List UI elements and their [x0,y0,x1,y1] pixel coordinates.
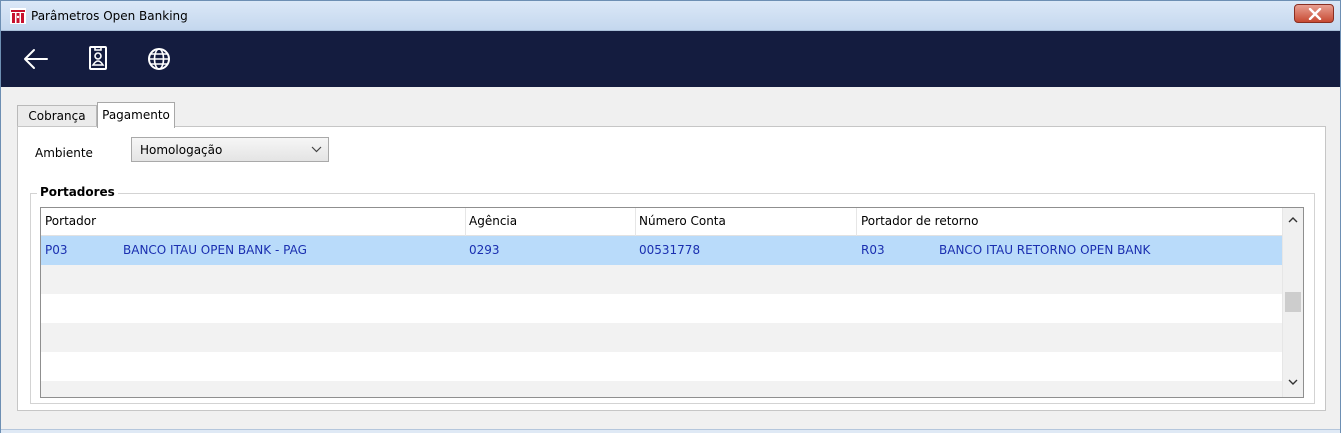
agencia-value: 0293 [469,243,500,257]
column-header-portador[interactable]: Portador [45,214,96,228]
column-header-portador-retorno[interactable]: Portador de retorno [861,214,978,228]
portador-name: BANCO ITAU OPEN BANK - PAG [123,243,307,257]
portadores-title: Portadores [37,185,118,199]
arrow-left-icon [24,49,48,69]
scroll-down-icon[interactable] [1288,379,1298,386]
toolbar [1,31,1340,87]
close-button[interactable] [1294,4,1334,23]
retorno-code: R03 [861,243,885,257]
column-header-numero-conta[interactable]: Número Conta [639,214,726,228]
scroll-up-icon[interactable] [1288,216,1298,223]
empty-row [41,323,1283,352]
numero-conta-value: 00531778 [639,243,701,257]
column-divider [465,208,466,236]
chevron-down-icon [311,146,322,153]
column-divider [856,208,857,236]
scrollbar-thumb[interactable] [1285,292,1301,312]
tab-label: Cobrança [28,109,86,123]
grid-header: Portador Agência Número Conta Portador d… [41,208,1283,236]
web-button[interactable] [144,44,174,74]
empty-row [41,294,1283,323]
tab-cobranca[interactable]: Cobrança [17,105,97,127]
globe-icon [148,48,170,70]
ambiente-label: Ambiente [35,146,93,160]
retorno-name: BANCO ITAU RETORNO OPEN BANK [939,243,1151,257]
window-title: Parâmetros Open Banking [31,9,188,23]
ambiente-select[interactable]: Homologação [131,137,329,162]
window: Parâmetros Open Banking Cobrança Pagamen… [0,0,1341,433]
vertical-scrollbar[interactable] [1282,208,1303,397]
column-divider [635,208,636,236]
window-bottom-edge [1,429,1340,433]
id-badge-icon [89,46,107,70]
title-bar: Parâmetros Open Banking [1,1,1340,31]
back-button[interactable] [21,44,51,74]
ambiente-value: Homologação [140,143,223,157]
close-icon [1308,8,1322,20]
table-row[interactable]: P03 BANCO ITAU OPEN BANK - PAG 0293 0053… [41,236,1283,265]
app-logo-icon [10,8,26,24]
tab-pagamento[interactable]: Pagamento [97,102,175,128]
column-header-agencia[interactable]: Agência [469,214,517,228]
empty-row [41,352,1283,381]
empty-row [41,265,1283,294]
tab-label: Pagamento [102,108,170,122]
empty-row [41,381,1283,397]
profile-button[interactable] [83,44,113,74]
portador-code: P03 [45,243,68,257]
portadores-grid: Portador Agência Número Conta Portador d… [40,207,1304,398]
